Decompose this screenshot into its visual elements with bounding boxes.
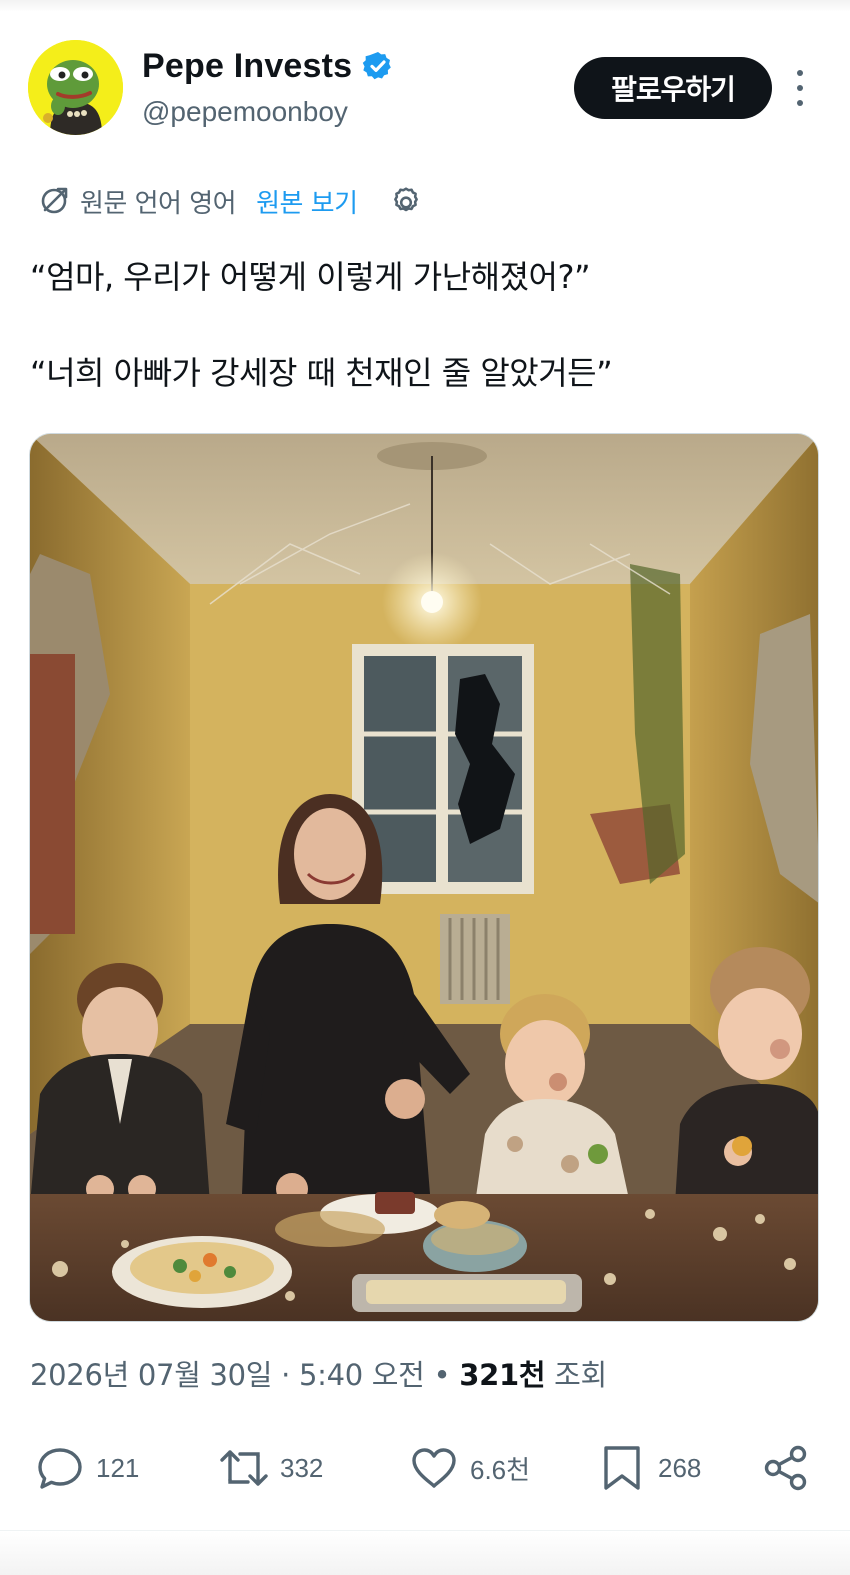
avatar[interactable] [28,40,123,135]
tweet-text-line: “엄마, 우리가 어떻게 이렇게 가난해졌어?” [30,258,591,296]
bookmark-icon [604,1446,640,1490]
like-button[interactable]: 6.6천 [408,1440,530,1496]
share-button[interactable] [760,1440,812,1496]
show-original-link[interactable]: 원본 보기 [256,183,358,220]
meta-separator: · [272,1358,299,1392]
reply-button[interactable]: 121 [34,1440,139,1496]
verified-badge-icon [363,52,392,80]
translate-icon [41,187,68,214]
views-count: 321천 [459,1358,546,1392]
pepe-frog-avatar-icon [28,40,123,135]
tweet-photo[interactable] [29,433,819,1322]
more-options-icon[interactable] [788,70,812,106]
retweet-button[interactable]: 332 [218,1440,323,1496]
action-bar: 121 332 6.6천 268 [0,1430,850,1510]
bottom-divider [0,1530,850,1575]
user-handle[interactable]: @pepemoonboy [142,96,348,128]
tweet-meta: 2026년 07월 30일 · 5:40 오전 • 321천 조회 [30,1352,607,1394]
top-fade [0,0,850,12]
tweet-time[interactable]: 5:40 오전 [299,1358,425,1392]
views-label: 조회 [545,1358,607,1392]
translation-row: 원문 언어 영어 원본 보기 [36,180,424,222]
display-name[interactable]: Pepe Invests [142,47,352,86]
name-row[interactable]: Pepe Invests [142,44,394,88]
retweet-count: 332 [280,1452,324,1483]
meta-dot: • [424,1358,460,1392]
tweet-text-line: “너희 아빠가 강세장 때 천재인 줄 알았거든” [30,354,613,392]
heart-icon [412,1448,456,1488]
retweet-icon [220,1450,268,1486]
translation-label: 원문 언어 영어 [80,188,237,219]
tweet-date[interactable]: 2026년 07월 30일 [30,1358,272,1392]
gear-icon[interactable] [388,183,424,219]
reply-count: 121 [96,1452,140,1483]
like-count: 6.6천 [470,1454,531,1485]
reply-icon [38,1448,82,1489]
share-icon [764,1445,807,1491]
bookmark-count: 268 [658,1452,702,1483]
photo-scene [30,434,818,1321]
bookmark-button[interactable]: 268 [596,1440,701,1496]
follow-button[interactable]: 팔로우하기 [574,57,772,119]
